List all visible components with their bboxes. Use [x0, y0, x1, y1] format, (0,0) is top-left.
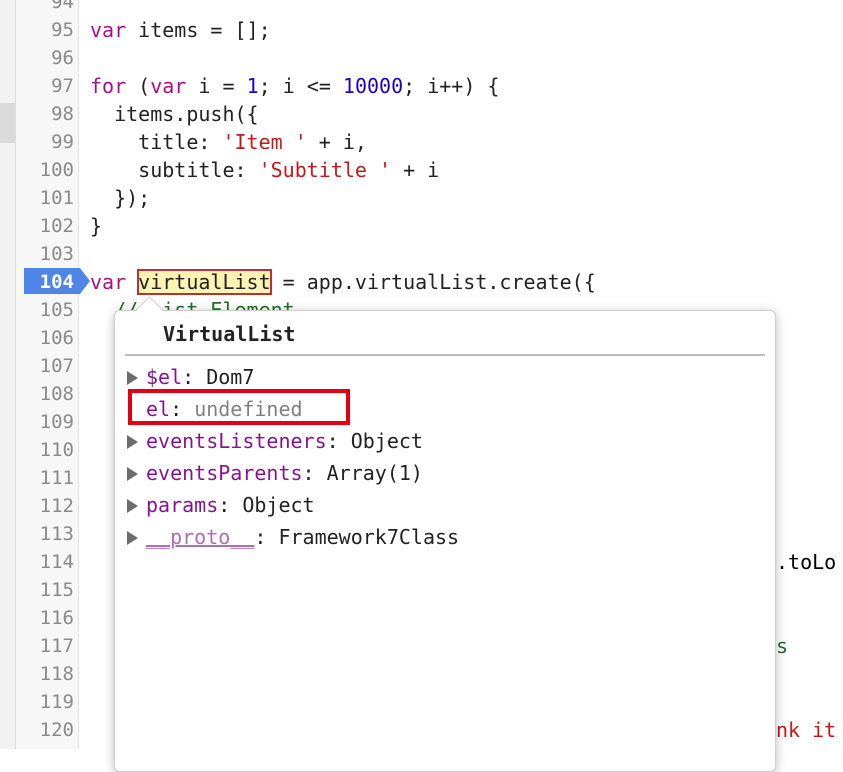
- line-number[interactable]: 97: [16, 72, 74, 100]
- number-literal: 1: [246, 74, 259, 98]
- property-key: params: [146, 493, 219, 517]
- property-separator: :: [302, 461, 327, 485]
- code-line-98[interactable]: items.push({: [90, 100, 259, 128]
- line-number[interactable]: 120: [16, 716, 74, 744]
- line-number[interactable]: 96: [16, 44, 74, 72]
- line-number[interactable]: 108: [16, 380, 74, 408]
- property-key: eventsParents: [146, 461, 303, 485]
- code-text: i =: [186, 74, 247, 98]
- keyword: var: [90, 270, 127, 294]
- property-value: Framework7Class: [278, 525, 460, 549]
- line-number[interactable]: 113: [16, 520, 74, 548]
- property-value: Object: [350, 429, 423, 453]
- panel-edge-marker: [0, 103, 15, 143]
- code-line-99[interactable]: title: 'Item ' + i,: [90, 128, 367, 156]
- line-number[interactable]: 95: [16, 16, 74, 44]
- line-number[interactable]: 101: [16, 184, 74, 212]
- line-number[interactable]: 105: [16, 296, 74, 324]
- code-text: ; i++) {: [403, 74, 500, 98]
- code-peek-120: nk it: [776, 718, 837, 742]
- code-line-95[interactable]: var items = [];: [90, 16, 271, 44]
- keyword: var: [90, 18, 127, 42]
- keyword: var: [150, 74, 187, 98]
- property-row-eventsListeners[interactable]: eventsListeners: Object: [127, 425, 423, 457]
- line-number[interactable]: 109: [16, 408, 74, 436]
- code-line-97[interactable]: for (var i = 1; i <= 10000; i++) {: [90, 72, 499, 100]
- property-value: Object: [242, 493, 315, 517]
- property-separator: :: [182, 365, 207, 389]
- property-key: $el: [146, 365, 183, 389]
- popover-divider: [125, 354, 765, 356]
- keyword: for: [90, 74, 127, 98]
- property-separator: :: [326, 429, 351, 453]
- code-line-100[interactable]: subtitle: 'Subtitle ' + i: [90, 156, 439, 184]
- code-text: title:: [90, 130, 223, 154]
- line-number[interactable]: 119: [16, 688, 74, 716]
- expand-triangle-icon[interactable]: [127, 499, 138, 513]
- expand-triangle-icon[interactable]: [127, 435, 138, 449]
- expand-triangle-icon[interactable]: [127, 371, 138, 385]
- property-key: __proto__: [146, 525, 255, 549]
- line-number[interactable]: 98: [16, 100, 74, 128]
- code-text: + i: [391, 158, 440, 182]
- object-inspector-popover[interactable]: VirtualList $el: Dom7 el: undefined events…: [114, 310, 776, 772]
- line-number[interactable]: 117: [16, 632, 74, 660]
- code-text: subtitle:: [90, 158, 259, 182]
- property-row-eventsParents[interactable]: eventsParents: Array(1): [127, 457, 423, 489]
- line-number[interactable]: 118: [16, 660, 74, 688]
- line-number[interactable]: 110: [16, 436, 74, 464]
- line-number[interactable]: 100: [16, 156, 74, 184]
- line-number[interactable]: 111: [16, 464, 74, 492]
- line-number[interactable]: 104: [16, 268, 74, 296]
- line-number[interactable]: 94: [16, 0, 74, 16]
- line-number[interactable]: 107: [16, 352, 74, 380]
- code-text: (: [126, 74, 151, 98]
- line-number[interactable]: 112: [16, 492, 74, 520]
- property-value: Array(1): [326, 461, 423, 485]
- property-separator: :: [218, 493, 243, 517]
- line-number[interactable]: 106: [16, 324, 74, 352]
- code-text: = app.virtualList.create({: [270, 270, 596, 294]
- code-line-101[interactable]: });: [90, 184, 150, 212]
- property-row-params[interactable]: params: Object: [127, 489, 315, 521]
- property-value: Dom7: [206, 365, 255, 389]
- code-line-102[interactable]: }: [90, 212, 102, 240]
- code-line-104[interactable]: var virtualList = app.virtualList.create…: [90, 268, 596, 296]
- code-text: items = [];: [126, 18, 271, 42]
- property-key: eventsListeners: [146, 429, 327, 453]
- property-row-proto[interactable]: __proto__: Framework7Class: [127, 521, 459, 553]
- popover-title: VirtualList: [163, 322, 296, 346]
- expand-triangle-icon[interactable]: [127, 467, 138, 481]
- code-text: ; i <=: [258, 74, 343, 98]
- number-literal: 10000: [342, 74, 404, 98]
- line-number[interactable]: 99: [16, 128, 74, 156]
- string-literal: 'Subtitle ': [258, 158, 392, 182]
- line-number[interactable]: 114: [16, 548, 74, 576]
- property-separator: :: [254, 525, 279, 549]
- line-number[interactable]: 116: [16, 604, 74, 632]
- code-text: + i,: [306, 130, 367, 154]
- code-peek-117: s: [776, 634, 789, 658]
- line-number[interactable]: 115: [16, 576, 74, 604]
- code-peek-114: .toLo: [776, 550, 837, 574]
- expand-triangle-icon[interactable]: [127, 531, 138, 545]
- line-number[interactable]: 102: [16, 212, 74, 240]
- hovered-token-virtualList[interactable]: virtualList: [137, 269, 272, 295]
- highlight-box: [128, 389, 350, 425]
- line-number[interactable]: 103: [16, 240, 74, 268]
- string-literal: 'Item ': [222, 130, 307, 154]
